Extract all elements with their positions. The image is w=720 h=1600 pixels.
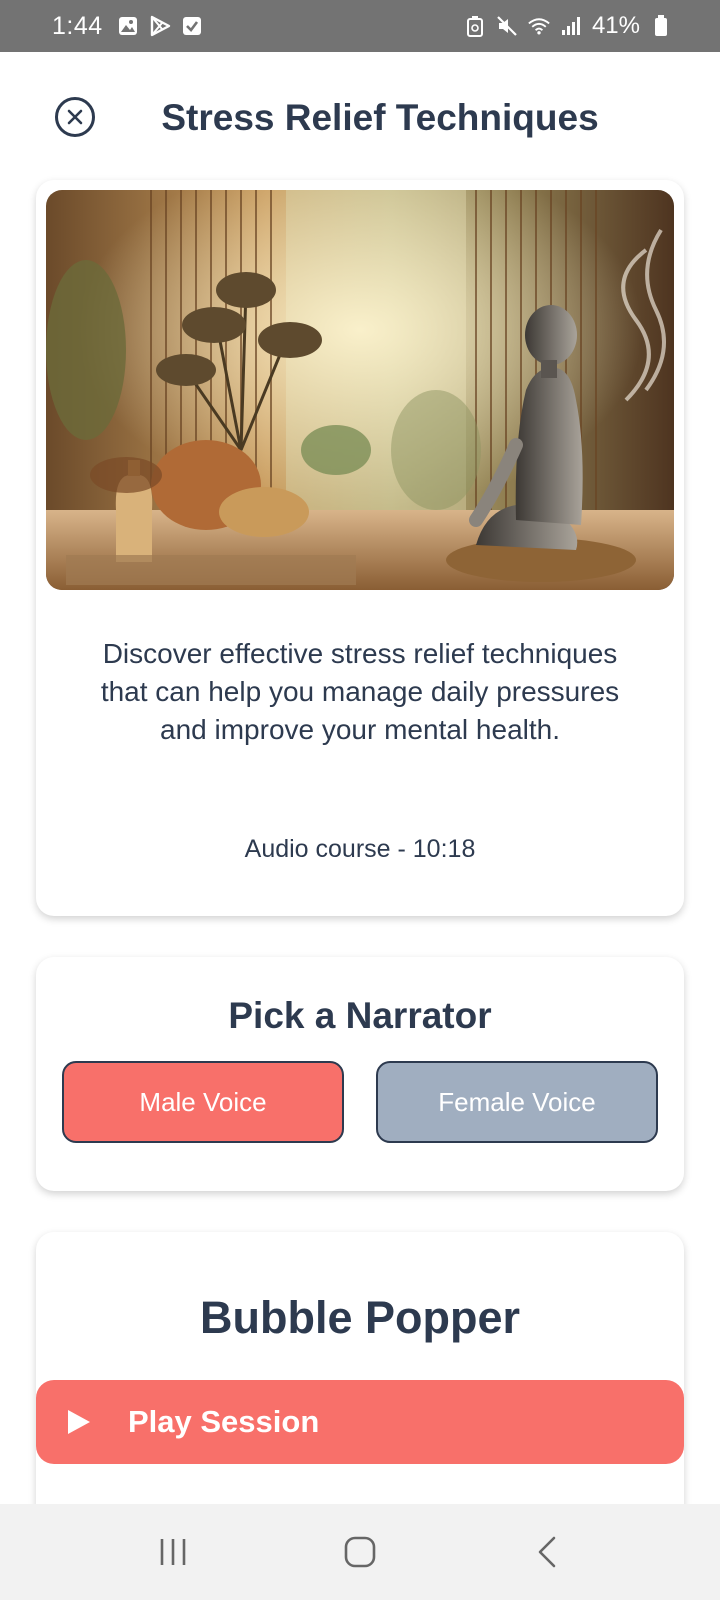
- gallery-icon: [117, 15, 139, 37]
- mute-icon: [496, 15, 518, 37]
- battery-percent: 41%: [591, 12, 640, 39]
- play-session-label: Play Session: [128, 1404, 320, 1439]
- play-session-button[interactable]: Play Session: [36, 1380, 684, 1464]
- narrator-card: Pick a Narrator Male Voice Female Voice: [36, 957, 684, 1191]
- home-icon: [344, 1536, 376, 1568]
- play-icon: [64, 1408, 92, 1436]
- checkbox-icon: [181, 15, 203, 37]
- male-voice-button[interactable]: Male Voice: [62, 1061, 344, 1143]
- home-button[interactable]: [330, 1522, 390, 1582]
- recent-apps-icon: [161, 1539, 186, 1565]
- bubble-popper-title: Bubble Popper: [199, 1292, 520, 1343]
- battery-icon: [650, 15, 672, 37]
- recent-apps-button[interactable]: [143, 1522, 203, 1582]
- status-time: 1:44: [52, 11, 103, 40]
- narrator-title: Pick a Narrator: [228, 995, 492, 1036]
- back-button[interactable]: [517, 1522, 577, 1582]
- back-icon: [538, 1536, 555, 1568]
- status-notification-icons: [117, 15, 203, 37]
- wifi-icon: [528, 15, 550, 37]
- play-store-icon: [149, 15, 171, 37]
- status-system-icons: 41%: [464, 12, 672, 40]
- course-duration: Audio course - 10:18: [244, 835, 476, 863]
- system-nav-bar: [0, 1504, 720, 1600]
- hero-image: [46, 190, 674, 590]
- page-title: Stress Relief Techniques: [161, 97, 599, 138]
- intro-card: Discover effective stress relief techniq…: [36, 180, 684, 916]
- female-voice-button[interactable]: Female Voice: [376, 1061, 658, 1143]
- signal-icon: [560, 15, 582, 37]
- status-bar: 1:44 41%: [0, 0, 720, 52]
- header: Stress Relief Techniques: [0, 52, 720, 182]
- intro-description: Discover effective stress relief techniq…: [100, 638, 620, 745]
- battery-saver-icon: [464, 15, 486, 37]
